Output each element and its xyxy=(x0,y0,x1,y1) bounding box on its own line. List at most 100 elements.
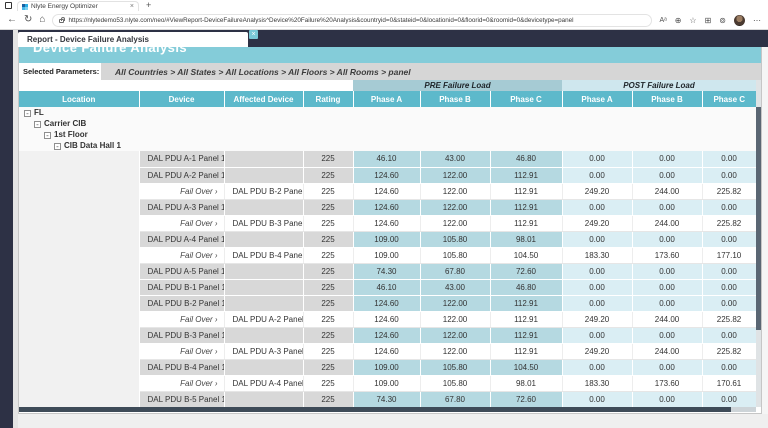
cell-post-phase-a: 0.00 xyxy=(562,231,632,247)
extensions-icon[interactable]: ⊚ xyxy=(719,16,726,25)
cell-pre-phase-a: 124.60 xyxy=(353,199,420,215)
tree-collapse-icon[interactable]: - xyxy=(44,132,51,139)
url-text[interactable]: https://nlytedemo53.nlyte.com/neo/#ViewR… xyxy=(68,17,573,24)
cell-post-phase-a: 0.00 xyxy=(562,151,632,167)
selected-parameters-label: Selected Parameters: xyxy=(19,63,101,80)
right-edge-strip xyxy=(762,47,768,428)
back-icon[interactable]: ← xyxy=(7,15,17,25)
cell-location xyxy=(19,343,139,359)
cell-location xyxy=(19,247,139,263)
favorites-icon[interactable]: ☆ xyxy=(689,16,696,25)
lock-icon xyxy=(59,19,64,23)
cell-device: DAL PDU A-3 Panel 1 xyxy=(139,199,224,215)
vertical-scrollbar[interactable] xyxy=(756,80,761,407)
vertical-scrollbar-thumb[interactable] xyxy=(756,107,761,330)
tree-node-label[interactable]: CIB Data Hall 1 xyxy=(64,141,121,150)
cell-rating: 225 xyxy=(303,231,353,247)
tree-collapse-icon[interactable]: - xyxy=(34,121,41,128)
cell-device: Fail Over › xyxy=(139,311,224,327)
cell-post-phase-a: 183.30 xyxy=(562,375,632,391)
horizontal-scrollbar[interactable] xyxy=(19,407,756,412)
group-header-post: POST Failure Load xyxy=(562,80,756,91)
bottom-edge-strip xyxy=(18,414,768,428)
cell-pre-phase-a: 74.30 xyxy=(353,391,420,407)
cell-rating: 225 xyxy=(303,359,353,375)
cell-location xyxy=(19,151,139,167)
cell-pre-phase-c: 112.91 xyxy=(490,215,562,231)
cell-pre-phase-b: 105.80 xyxy=(420,247,490,263)
report-panel: Device Failure Analysis Selected Paramet… xyxy=(18,47,762,414)
report-tab-close-icon[interactable]: × xyxy=(249,30,258,39)
home-icon[interactable]: ⌂ xyxy=(39,15,45,25)
cell-affected-device xyxy=(224,359,303,375)
cell-post-phase-c: 225.82 xyxy=(702,311,756,327)
cell-pre-phase-b: 43.00 xyxy=(420,151,490,167)
cell-post-phase-a: 0.00 xyxy=(562,295,632,311)
table-row-device: DAL PDU B-3 Panel 1225124.60122.00112.91… xyxy=(19,327,756,343)
tab-close-icon[interactable]: × xyxy=(130,3,134,10)
cell-pre-phase-a: 109.00 xyxy=(353,231,420,247)
cell-rating: 225 xyxy=(303,263,353,279)
cell-pre-phase-c: 112.91 xyxy=(490,295,562,311)
group-header-row: PRE Failure Load POST Failure Load xyxy=(19,80,756,91)
tree-node-label[interactable]: FL xyxy=(34,108,44,117)
cell-post-phase-c: 0.00 xyxy=(702,295,756,311)
cell-post-phase-a: 249.20 xyxy=(562,215,632,231)
browser-toolbar: ← ↻ ⌂ https://nlytedemo53.nlyte.com/neo/… xyxy=(0,11,768,29)
tree-collapse-icon[interactable]: - xyxy=(54,143,61,150)
cell-pre-phase-b: 122.00 xyxy=(420,295,490,311)
cell-post-phase-c: 225.82 xyxy=(702,343,756,359)
collections-icon[interactable]: ⊞ xyxy=(705,16,712,25)
col-header-pre-phase-a: Phase A xyxy=(353,91,420,107)
cell-post-phase-a: 0.00 xyxy=(562,167,632,183)
avatar[interactable] xyxy=(734,15,745,26)
cell-pre-phase-a: 109.00 xyxy=(353,375,420,391)
cell-post-phase-a: 183.30 xyxy=(562,247,632,263)
table-row-failover: Fail Over ›DAL PDU B-2 Panel 1225124.601… xyxy=(19,183,756,199)
tab-actions-icon[interactable] xyxy=(5,2,12,9)
tree-row: -CIB Data Hall 1 xyxy=(19,140,756,151)
table-row-device: DAL PDU B-5 Panel 122574.3067.8072.600.0… xyxy=(19,391,756,407)
tree-node-label[interactable]: 1st Floor xyxy=(54,130,88,139)
breadcrumb: All Countries > All States > All Locatio… xyxy=(101,63,761,80)
table-row-device: DAL PDU B-4 Panel 1225109.00105.80104.50… xyxy=(19,359,756,375)
cell-pre-phase-b: 122.00 xyxy=(420,311,490,327)
cell-location xyxy=(19,167,139,183)
more-menu-icon[interactable]: ⋯ xyxy=(753,16,761,25)
cell-affected-device xyxy=(224,167,303,183)
cell-post-phase-a: 0.00 xyxy=(562,359,632,375)
cell-affected-device xyxy=(224,151,303,167)
cell-post-phase-a: 249.20 xyxy=(562,343,632,359)
page-title-band: Device Failure Analysis xyxy=(19,47,761,63)
cell-post-phase-c: 0.00 xyxy=(702,167,756,183)
cell-pre-phase-c: 104.50 xyxy=(490,247,562,263)
zoom-icon[interactable]: ⊕ xyxy=(675,16,682,25)
tree-node-label[interactable]: Carrier CIB xyxy=(44,119,86,128)
cell-post-phase-b: 0.00 xyxy=(632,391,702,407)
cell-post-phase-c: 0.00 xyxy=(702,263,756,279)
horizontal-scrollbar-thumb[interactable] xyxy=(19,407,731,412)
failure-analysis-table: PRE Failure Load POST Failure Load Locat… xyxy=(19,80,757,408)
tree-collapse-icon[interactable]: - xyxy=(24,110,31,117)
cell-pre-phase-a: 124.60 xyxy=(353,343,420,359)
new-tab-button[interactable]: + xyxy=(146,0,151,10)
cell-pre-phase-a: 124.60 xyxy=(353,295,420,311)
cell-affected-device: DAL PDU B-4 Panel 1 xyxy=(224,247,303,263)
cell-pre-phase-a: 124.60 xyxy=(353,183,420,199)
cell-device: DAL PDU A-1 Panel 1 xyxy=(139,151,224,167)
browser-tab-title: Nlyte Energy Optimizer xyxy=(31,3,127,10)
cell-rating: 225 xyxy=(303,215,353,231)
cell-location xyxy=(19,231,139,247)
browser-tab[interactable]: Nlyte Energy Optimizer × xyxy=(17,1,139,11)
refresh-icon[interactable]: ↻ xyxy=(24,15,32,25)
cell-rating: 225 xyxy=(303,279,353,295)
cell-pre-phase-c: 112.91 xyxy=(490,167,562,183)
col-header-post-phase-b: Phase B xyxy=(632,91,702,107)
read-aloud-icon[interactable]: Aᵃ xyxy=(659,17,666,24)
tab-report-device-failure-analysis[interactable]: Report - Device Failure Analysis xyxy=(18,32,248,47)
cell-affected-device xyxy=(224,391,303,407)
cell-affected-device xyxy=(224,327,303,343)
address-bar[interactable]: https://nlytedemo53.nlyte.com/neo/#ViewR… xyxy=(52,14,652,27)
group-header-pre: PRE Failure Load xyxy=(353,80,562,91)
table-row-device: DAL PDU A-2 Panel 1225124.60122.00112.91… xyxy=(19,167,756,183)
